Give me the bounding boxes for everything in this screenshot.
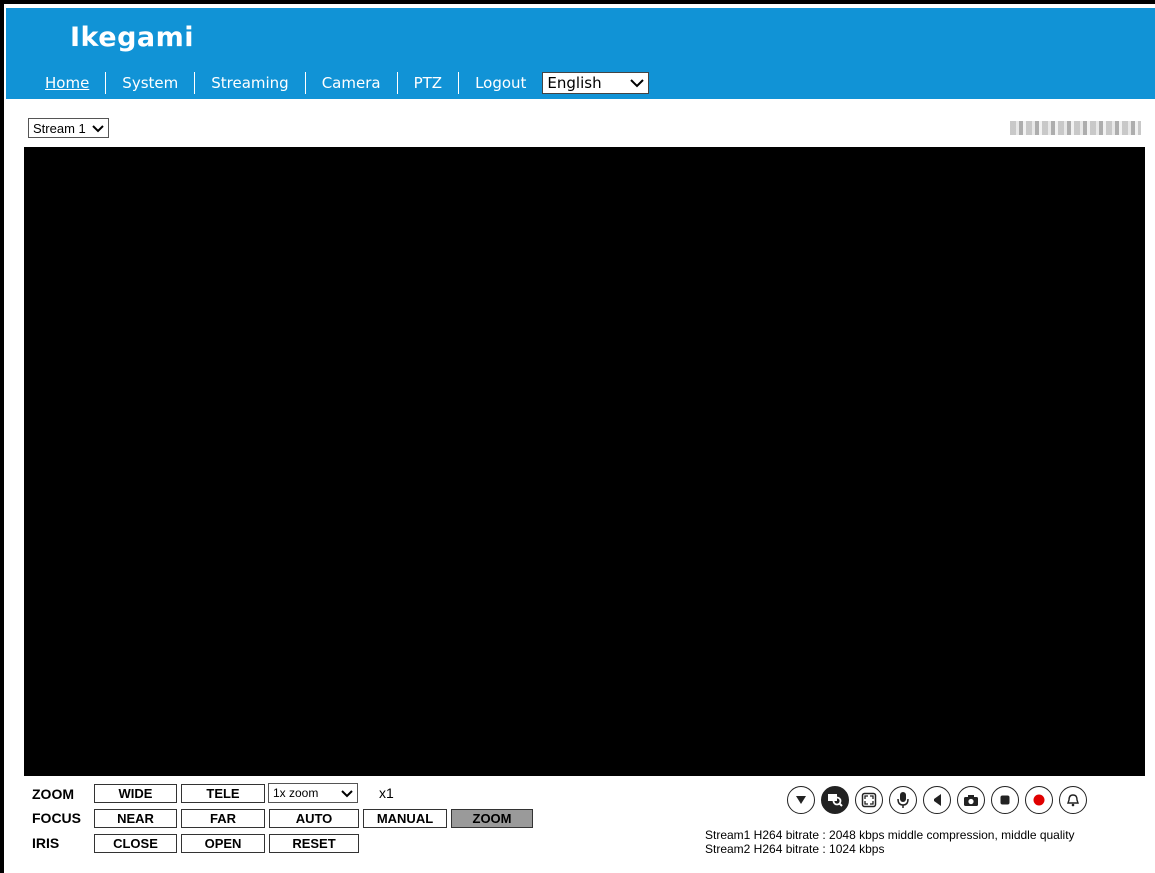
nav-divider — [105, 72, 107, 94]
near-button[interactable]: NEAR — [94, 809, 177, 828]
chevron-down-icon — [630, 79, 645, 88]
stream-select-value: Stream 1 — [33, 120, 86, 136]
logo: Ikegami — [70, 22, 195, 53]
fullscreen-icon[interactable] — [855, 786, 883, 814]
focus-label: FOCUS — [32, 810, 81, 826]
zoom-label: ZOOM — [32, 786, 74, 802]
iris-reset-button[interactable]: RESET — [269, 834, 359, 853]
stop-icon[interactable] — [991, 786, 1019, 814]
main-nav: Home System Streaming Camera PTZ Logout … — [45, 72, 650, 94]
wide-button[interactable]: WIDE — [94, 784, 177, 803]
chevron-down-icon — [341, 789, 353, 797]
microphone-icon[interactable] — [889, 786, 917, 814]
speaker-icon[interactable] — [923, 786, 951, 814]
nav-streaming[interactable]: Streaming — [211, 74, 288, 92]
stream1-info: Stream1 H264 bitrate : 2048 kbps middle … — [705, 828, 1075, 842]
magnify-icon[interactable] — [821, 786, 849, 814]
zoom-select-value: 1x zoom — [273, 786, 319, 800]
nav-ptz[interactable]: PTZ — [414, 74, 442, 92]
iris-close-button[interactable]: CLOSE — [94, 834, 177, 853]
alarm-icon[interactable] — [1059, 786, 1087, 814]
header-bar: Ikegami Home System Streaming Camera PTZ… — [6, 8, 1155, 99]
nav-camera[interactable]: Camera — [322, 74, 381, 92]
nav-system[interactable]: System — [122, 74, 178, 92]
stream2-info: Stream2 H264 bitrate : 1024 kbps — [705, 842, 885, 856]
iris-label: IRIS — [32, 835, 60, 851]
zoom-multiplier: x1 — [379, 785, 394, 801]
chevron-down-icon — [92, 124, 104, 132]
nav-divider — [458, 72, 460, 94]
far-button[interactable]: FAR — [181, 809, 265, 828]
language-value: English — [547, 74, 602, 92]
nav-home[interactable]: Home — [45, 74, 89, 92]
video-viewer[interactable] — [24, 147, 1145, 776]
stream-info: Stream1 H264 bitrate : 2048 kbps middle … — [705, 828, 1075, 856]
tele-button[interactable]: TELE — [181, 784, 265, 803]
iris-open-button[interactable]: OPEN — [181, 834, 265, 853]
auto-button[interactable]: AUTO — [269, 809, 359, 828]
zoom-select[interactable]: 1x zoom — [268, 783, 358, 803]
manual-button[interactable]: MANUAL — [363, 809, 447, 828]
zoom-focus-button[interactable]: ZOOM — [451, 809, 533, 828]
nav-divider — [304, 72, 306, 94]
timestamp-redacted — [1010, 121, 1141, 135]
record-icon[interactable] — [1025, 786, 1053, 814]
viewer-toolbar — [787, 786, 1087, 814]
nav-logout[interactable]: Logout — [475, 74, 526, 92]
nav-divider — [194, 72, 196, 94]
dropdown-icon[interactable] — [787, 786, 815, 814]
nav-divider — [396, 72, 398, 94]
stream-select[interactable]: Stream 1 — [28, 118, 109, 138]
snapshot-icon[interactable] — [957, 786, 985, 814]
language-select[interactable]: English — [542, 72, 650, 94]
